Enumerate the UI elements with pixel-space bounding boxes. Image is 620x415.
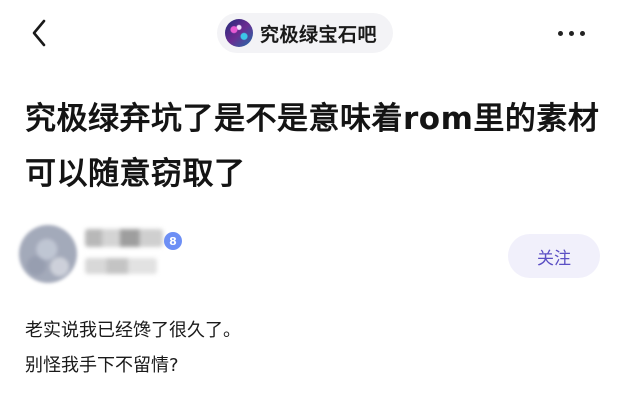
more-horizontal-icon <box>568 30 574 36</box>
author-meta <box>85 258 157 274</box>
level-badge: 8 <box>164 232 182 250</box>
post-page: 究极绿宝石吧 究极绿弃坑了是不是意味着rom里的素材可以随意窃取了 8 关注 老… <box>0 0 620 415</box>
post-body-line: 老实说我已经馋了很久了。 <box>25 320 241 341</box>
forum-avatar <box>225 19 253 47</box>
post-title: 究极绿弃坑了是不是意味着rom里的素材可以随意窃取了 <box>25 101 600 192</box>
more-button[interactable] <box>548 20 594 46</box>
more-horizontal-icon <box>557 30 563 36</box>
post-body: 老实说我已经馋了很久了。 别怪我手下不留情? <box>25 313 595 383</box>
forum-chip[interactable]: 究极绿宝石吧 <box>217 13 394 53</box>
post-body-line: 别怪我手下不留情? <box>25 355 179 376</box>
chevron-left-icon <box>32 19 46 47</box>
back-button[interactable] <box>22 16 56 50</box>
forum-name: 究极绿宝石吧 <box>260 23 378 46</box>
follow-button[interactable]: 关注 <box>508 234 600 278</box>
author-name[interactable] <box>85 229 163 247</box>
author-avatar[interactable] <box>19 225 77 283</box>
more-horizontal-icon <box>579 30 585 36</box>
